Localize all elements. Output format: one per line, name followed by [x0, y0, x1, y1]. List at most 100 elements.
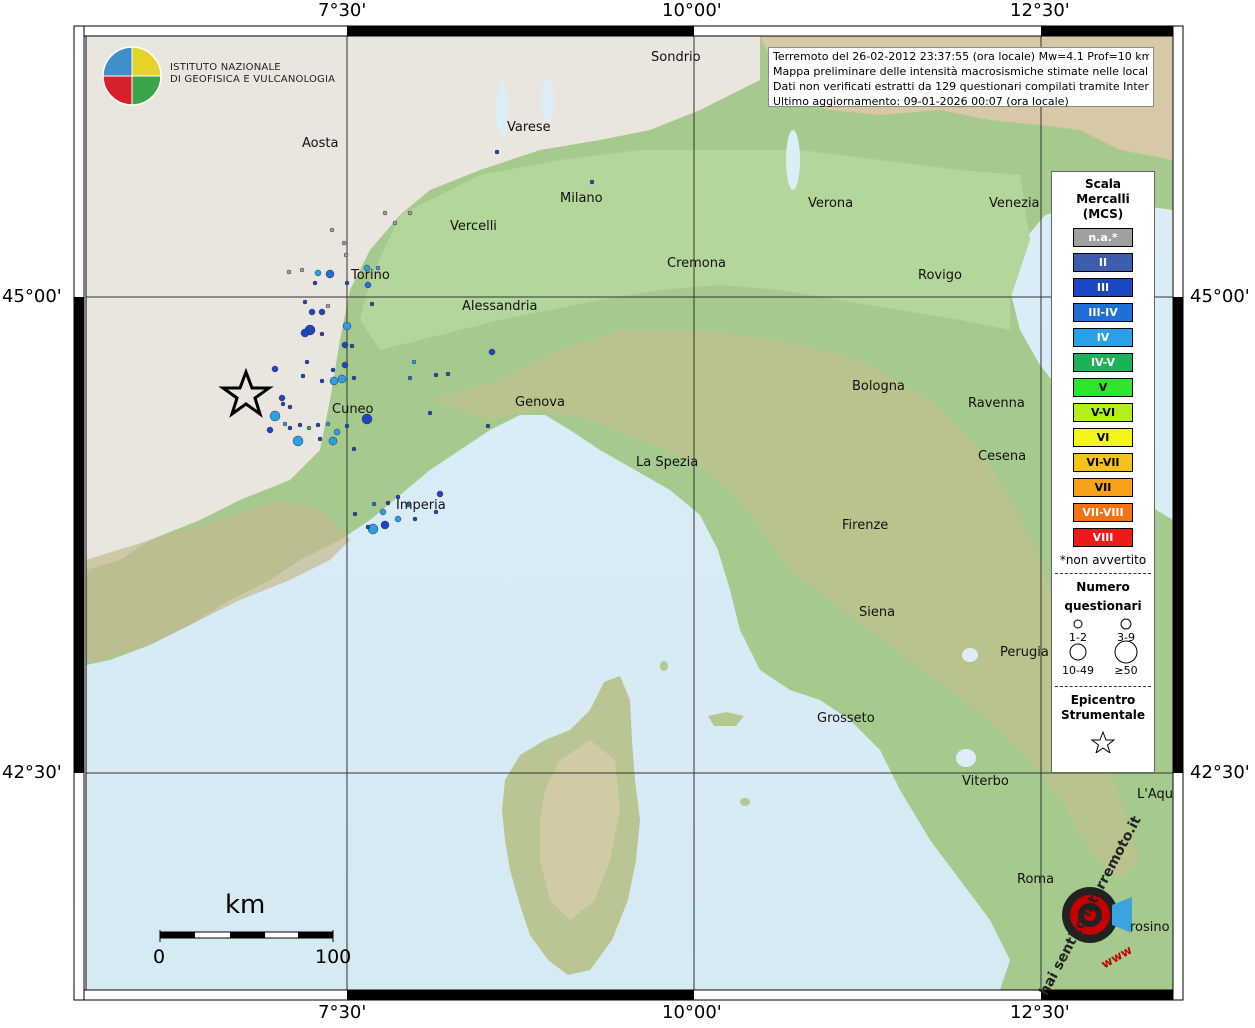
intensity-point: [407, 210, 413, 216]
city-label: Ravenna: [968, 396, 1025, 411]
legend-swatch: IV-V: [1073, 353, 1133, 372]
city-label: Genova: [515, 395, 565, 410]
intensity-point: [394, 515, 402, 523]
intensity-point: [306, 425, 312, 431]
intensity-point: [300, 328, 310, 338]
intensity-point: [308, 308, 316, 316]
intensity-point: [292, 435, 304, 447]
legend-epi-title-2: Strumentale: [1060, 708, 1146, 722]
intensity-point: [299, 267, 305, 273]
intensity-point: [485, 423, 491, 429]
lake-bolsena: [956, 749, 976, 767]
ingv-logo-line2: DI GEOFISICA E VULCANOLOGIA: [170, 74, 336, 85]
city-label: Grosseto: [817, 711, 875, 726]
intensity-point: [351, 375, 357, 381]
left-lat-label-1: 45°00': [2, 286, 62, 307]
legend-swatch: VII-VIII: [1073, 503, 1133, 522]
intensity-point: [287, 404, 293, 410]
legend-swatch: VII: [1073, 478, 1133, 497]
city-label: Imperia: [396, 498, 446, 513]
legend-swatch: III-IV: [1073, 303, 1133, 322]
legend-epi-title-1: Epicentro: [1070, 693, 1136, 707]
legend-title-1: Scala: [1084, 177, 1122, 191]
intensity-legend: Scala Mercalli (MCS) n.a.* II III III-IV IV I…: [1051, 171, 1155, 773]
legend-swatch: V: [1073, 378, 1133, 397]
intensity-point: [365, 524, 371, 530]
intensity-point: [271, 365, 279, 373]
lake-como: [542, 78, 554, 122]
intensity-point: [312, 280, 318, 286]
intensity-point: [266, 426, 274, 434]
city-label: Perugia: [1000, 645, 1049, 660]
intensity-point: [341, 341, 349, 349]
legend-title-3: (MCS): [1082, 207, 1124, 221]
ingv-logo-icon: [102, 46, 162, 106]
intensity-point: [315, 422, 321, 428]
intensity-point: [287, 425, 293, 431]
legend-note: *non avvertito: [1059, 553, 1147, 567]
bottom-lon-label-3: 12°30': [1010, 1002, 1070, 1023]
intensity-point: [589, 179, 595, 185]
intensity-point: [385, 500, 391, 506]
right-lat-label-2: 42°30': [1190, 762, 1250, 783]
city-label: La Spezia: [636, 455, 699, 470]
intensity-point: [433, 372, 439, 378]
bottom-lon-label-1: 7°30': [318, 1002, 367, 1023]
intensity-point: [329, 227, 335, 233]
city-label: rosino: [1130, 920, 1170, 935]
lake-garda: [786, 130, 800, 190]
intensity-point: [286, 269, 292, 275]
legend-size-label-3: 10-49: [1062, 664, 1094, 677]
intensity-point: [344, 423, 350, 429]
legend-swatch: n.a.*: [1073, 228, 1133, 247]
intensity-point: [351, 446, 357, 452]
intensity-point: [380, 520, 390, 530]
city-label: Bologna: [852, 379, 905, 394]
intensity-point: [427, 410, 433, 416]
intensity-point: [304, 359, 310, 365]
legend-size-label-1: 1-2: [1069, 631, 1087, 644]
legend-size-label-4: ≥50: [1114, 664, 1138, 677]
right-lat-label-1: 45°00': [1190, 286, 1250, 307]
intensity-point: [333, 428, 341, 436]
intensity-point: [318, 308, 326, 316]
city-label: Cuneo: [332, 402, 374, 417]
event-info-line2: Mappa preliminare delle intensità macros…: [773, 65, 1149, 78]
map-figure: 7°30' 10°00' 12°30' 7°30' 10°00' 12°30' …: [0, 0, 1255, 1024]
intensity-point: [282, 421, 288, 427]
city-label: Alessandria: [462, 299, 538, 314]
intensity-point: [337, 374, 347, 384]
legend-separator: [1055, 573, 1151, 574]
intensity-point: [330, 367, 336, 373]
intensity-point: [436, 490, 444, 498]
intensity-point: [342, 321, 352, 331]
intensity-point: [369, 301, 375, 307]
city-label: Siena: [859, 605, 896, 620]
city-label: Viterbo: [962, 774, 1009, 789]
legend-count-title-2: questionari: [1064, 599, 1142, 613]
legend-swatches: n.a.* II III III-IV IV IV-V V V-VI VI VI-VII VII VI…: [1052, 228, 1154, 547]
islet-giglio: [740, 798, 750, 806]
intensity-point: [317, 436, 323, 442]
city-label: Roma: [1017, 872, 1055, 887]
legend-size-samples: 1-2 3-9 10-49 ≥50: [1052, 614, 1154, 680]
legend-star-icon: [1090, 730, 1116, 755]
city-label: Milano: [560, 191, 603, 206]
intensity-point: [329, 376, 339, 386]
intensity-point: [352, 511, 358, 517]
intensity-point: [407, 375, 413, 381]
intensity-point: [411, 359, 417, 365]
intensity-point: [392, 220, 398, 226]
intensity-point: [269, 410, 281, 422]
scale-bar-end: 100: [315, 946, 352, 968]
legend-size-label-2: 3-9: [1117, 631, 1135, 644]
ingv-logo-line1: ISTITUTO NAZIONALE: [170, 62, 281, 73]
bottom-lon-label-2: 10°00': [662, 1002, 722, 1023]
city-label: Torino: [351, 268, 390, 283]
intensity-point: [278, 394, 286, 402]
intensity-point: [325, 269, 335, 279]
ingv-logo-text: ISTITUTO NAZIONALE DI GEOFISICA E VULCAN…: [170, 62, 335, 86]
intensity-point: [302, 299, 308, 305]
top-lon-label-1: 7°30': [318, 0, 367, 21]
islet-capraia: [660, 661, 668, 671]
